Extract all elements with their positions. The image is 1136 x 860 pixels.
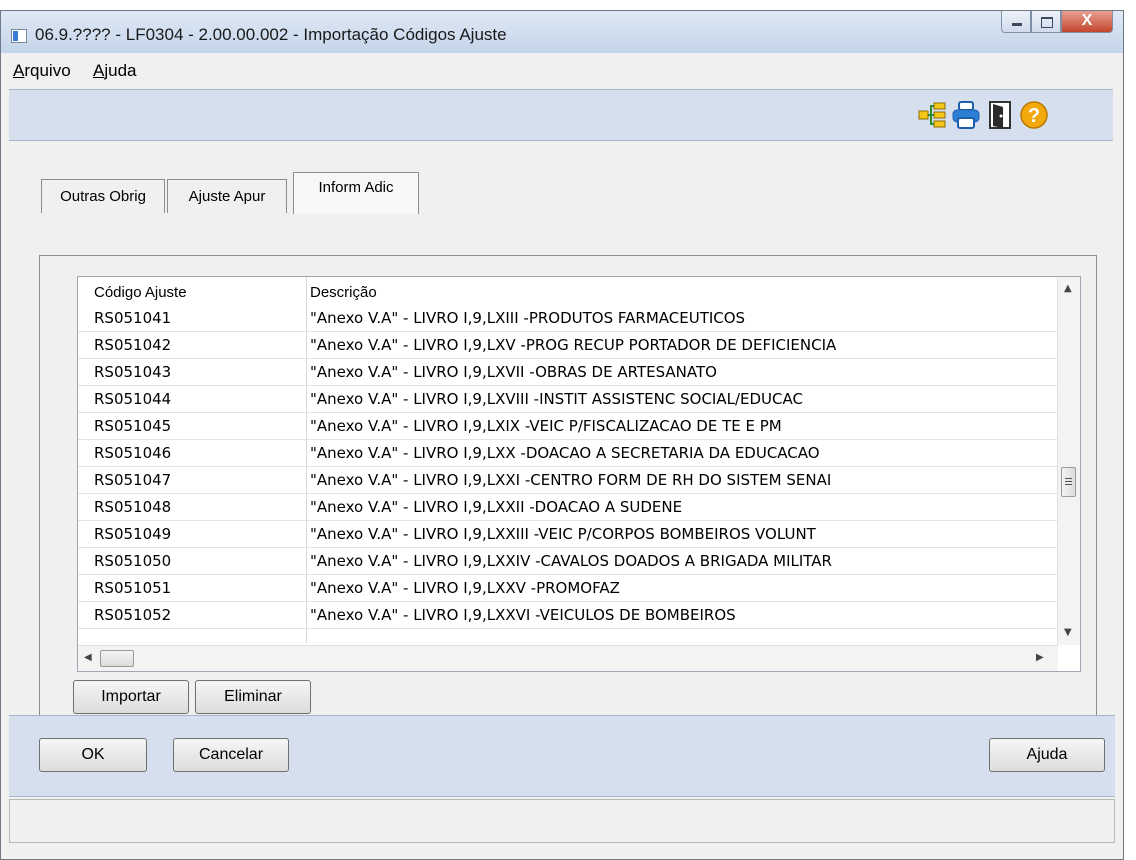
cell-description: "Anexo V.A" - LIVRO I,9,LXXV -PROMOFAZ [310, 579, 620, 597]
title-bar[interactable]: 06.9.???? - LF0304 - 2.00.00.002 - Impor… [1, 11, 1123, 53]
table-row[interactable]: RS051046 "Anexo V.A" - LIVRO I,9,LXX -DOA… [78, 440, 1058, 467]
menu-arquivo[interactable]: Arquivo [13, 61, 71, 81]
tab-outras-obrig[interactable]: Outras Obrig [41, 179, 165, 213]
thumb-grip-line [1065, 478, 1072, 479]
tab-outras-obrig-label: Outras Obrig [60, 188, 146, 205]
help-question-icon[interactable]: ? [1019, 100, 1049, 130]
window-title: 06.9.???? - LF0304 - 2.00.00.002 - Impor… [35, 25, 507, 44]
grid-rows: RS051041 "Anexo V.A" - LIVRO I,9,LXIII -P… [78, 305, 1058, 629]
cell-description: "Anexo V.A" - LIVRO I,9,LXXI -CENTRO FOR… [310, 471, 832, 489]
menu-bar: Arquivo Ajuda [9, 53, 1115, 87]
cell-code: RS051048 [94, 498, 172, 516]
cell-description: "Anexo V.A" - LIVRO I,9,LXXII -DOACAO A … [310, 498, 683, 516]
cell-description: "Anexo V.A" - LIVRO I,9,LXVIII -INSTIT A… [310, 390, 803, 408]
cell-code: RS051050 [94, 552, 172, 570]
table-row[interactable]: RS051049 "Anexo V.A" - LIVRO I,9,LXXIII -… [78, 521, 1058, 548]
cell-description: "Anexo V.A" - LIVRO I,9,LXXIII -VEIC P/C… [310, 525, 816, 543]
tab-inform-adic[interactable]: Inform Adic [293, 172, 419, 214]
printer-icon[interactable] [951, 100, 981, 130]
cell-code: RS051052 [94, 606, 172, 624]
cancel-button[interactable]: Cancelar [173, 738, 289, 772]
cell-description: "Anexo V.A" - LIVRO I,9,LXVII -OBRAS DE … [310, 363, 717, 381]
table-row[interactable]: RS051044 "Anexo V.A" - LIVRO I,9,LXVIII -… [78, 386, 1058, 413]
table-row[interactable]: RS051045 "Anexo V.A" - LIVRO I,9,LXIX -VE… [78, 413, 1058, 440]
tab-inform-adic-label: Inform Adic [318, 179, 394, 196]
cell-code: RS051051 [94, 579, 172, 597]
tree-structure-icon[interactable] [917, 100, 947, 130]
app-window-icon [11, 29, 27, 43]
table-row[interactable]: RS051043 "Anexo V.A" - LIVRO I,9,LXVII -O… [78, 359, 1058, 386]
thumb-grip-line [1065, 481, 1072, 482]
maximize-button[interactable] [1031, 11, 1061, 33]
column-header-code[interactable]: Código Ajuste [94, 284, 187, 301]
delete-button[interactable]: Eliminar [195, 680, 311, 714]
dialog-client-area: Arquivo Ajuda ? Outras Obrig Ajuste Apur… [9, 53, 1115, 851]
minimize-icon [1012, 23, 1022, 26]
tab-ajuste-apur[interactable]: Ajuste Apur [167, 179, 287, 213]
close-button[interactable]: X [1061, 11, 1113, 33]
cell-code: RS051047 [94, 471, 172, 489]
svg-text:?: ? [1028, 105, 1040, 127]
minimize-button[interactable] [1001, 11, 1031, 33]
exit-door-icon[interactable] [985, 100, 1015, 130]
grid-header: Código Ajuste Descrição [78, 277, 1058, 305]
menu-arquivo-label: rquivo [24, 61, 71, 80]
cell-description: "Anexo V.A" - LIVRO I,9,LXX -DOACAO A SE… [310, 444, 820, 462]
tab-ajuste-apur-label: Ajuste Apur [188, 188, 266, 205]
column-header-description[interactable]: Descrição [310, 284, 377, 301]
menu-ajuda[interactable]: Ajuda [93, 61, 136, 81]
ok-button[interactable]: OK [39, 738, 147, 772]
cell-description: "Anexo V.A" - LIVRO I,9,LXXVI -VEICULOS … [310, 606, 736, 624]
vertical-scrollbar[interactable]: ▲ ▼ [1057, 277, 1080, 645]
scroll-down-arrow-icon[interactable]: ▼ [1064, 627, 1072, 638]
thumb-grip-line [1065, 484, 1072, 485]
status-bar [9, 799, 1115, 843]
cell-code: RS051042 [94, 336, 172, 354]
cell-code: RS051044 [94, 390, 172, 408]
window-controls: X [1001, 11, 1113, 35]
table-row[interactable]: RS051050 "Anexo V.A" - LIVRO I,9,LXXIV -C… [78, 548, 1058, 575]
scroll-left-arrow-icon[interactable]: ◀ [84, 652, 92, 663]
menu-ajuda-label: juda [104, 61, 137, 80]
toolbar: ? [9, 89, 1113, 141]
scroll-right-arrow-icon[interactable]: ▶ [1036, 652, 1044, 663]
cell-description: "Anexo V.A" - LIVRO I,9,LXIII -PRODUTOS … [310, 309, 746, 327]
cell-code: RS051045 [94, 417, 172, 435]
cell-code: RS051041 [94, 309, 172, 327]
dialog-window: 06.9.???? - LF0304 - 2.00.00.002 - Impor… [0, 10, 1124, 860]
close-icon: X [1081, 12, 1093, 29]
cell-description: "Anexo V.A" - LIVRO I,9,LXIX -VEIC P/FIS… [310, 417, 782, 435]
import-button[interactable]: Importar [73, 680, 189, 714]
cell-code: RS051049 [94, 525, 172, 543]
table-row[interactable]: RS051041 "Anexo V.A" - LIVRO I,9,LXIII -P… [78, 305, 1058, 332]
tab-panel-inform-adic: Código Ajuste Descrição RS051041 "Anexo V… [39, 255, 1097, 751]
adjustment-codes-grid[interactable]: Código Ajuste Descrição RS051041 "Anexo V… [77, 276, 1081, 672]
maximize-icon [1041, 17, 1053, 28]
help-button[interactable]: Ajuda [989, 738, 1105, 772]
table-row[interactable]: RS051047 "Anexo V.A" - LIVRO I,9,LXXI -CE… [78, 467, 1058, 494]
tab-container: Outras Obrig Ajuste Apur Inform Adic Cód… [9, 139, 1115, 751]
horizontal-scroll-thumb[interactable] [100, 650, 134, 667]
table-row[interactable]: RS051051 "Anexo V.A" - LIVRO I,9,LXXV -PR… [78, 575, 1058, 602]
table-row[interactable]: RS051052 "Anexo V.A" - LIVRO I,9,LXXVI -V… [78, 602, 1058, 629]
scroll-up-arrow-icon[interactable]: ▲ [1064, 283, 1072, 294]
vertical-scroll-thumb[interactable] [1061, 467, 1076, 497]
cell-code: RS051043 [94, 363, 172, 381]
table-row[interactable]: RS051048 "Anexo V.A" - LIVRO I,9,LXXII -D… [78, 494, 1058, 521]
cell-description: "Anexo V.A" - LIVRO I,9,LXXIV -CAVALOS D… [310, 552, 832, 570]
cell-code: RS051046 [94, 444, 172, 462]
cell-description: "Anexo V.A" - LIVRO I,9,LXV -PROG RECUP … [310, 336, 837, 354]
table-row[interactable]: RS051042 "Anexo V.A" - LIVRO I,9,LXV -PRO… [78, 332, 1058, 359]
horizontal-scrollbar[interactable]: ◀ ▶ [78, 645, 1058, 671]
menu-arquivo-mnemonic: A [13, 61, 25, 80]
menu-ajuda-mnemonic: A [93, 61, 105, 80]
dialog-footer: OK Cancelar Ajuda [9, 715, 1115, 797]
